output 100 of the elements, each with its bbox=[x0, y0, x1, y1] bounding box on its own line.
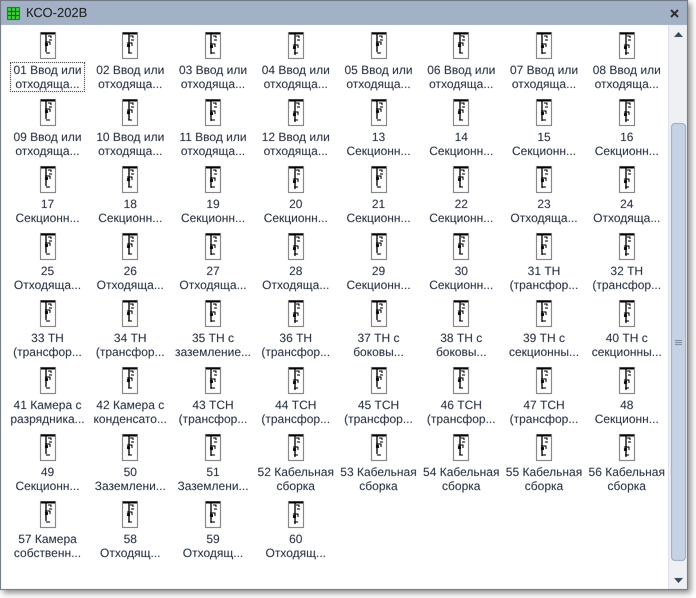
item-label[interactable]: 51 Заземлени... bbox=[174, 464, 252, 494]
item-label[interactable]: 47 ТСН (трансфор... bbox=[506, 397, 582, 427]
window-title: КСО-202В bbox=[26, 4, 88, 22]
switchgear-cell-icon bbox=[370, 32, 386, 59]
switchgear-cell-icon bbox=[618, 99, 635, 126]
item-label[interactable]: 45 ТСН (трансфор... bbox=[341, 397, 416, 427]
item-label[interactable]: 60 Отходящ... bbox=[262, 531, 329, 561]
switchgear-cell-icon bbox=[288, 99, 304, 126]
switchgear-cell-icon bbox=[370, 99, 386, 126]
switchgear-cell-icon bbox=[122, 367, 138, 394]
item-label[interactable]: 31 ТН (трансфор... bbox=[506, 263, 582, 293]
switchgear-cell-icon bbox=[40, 233, 56, 260]
item-label[interactable]: 55 Кабельная сборка bbox=[502, 464, 586, 494]
item-label[interactable]: 15 Секционн... bbox=[508, 129, 580, 159]
item-label[interactable]: 02 Ввод или отходяща... bbox=[93, 62, 168, 92]
item-label[interactable]: 21 Секционн... bbox=[343, 196, 414, 226]
item-label[interactable]: 08 Ввод или отходяща... bbox=[590, 62, 664, 92]
switchgear-cell-icon bbox=[205, 32, 221, 59]
grid-icon bbox=[7, 6, 20, 20]
item-label[interactable]: 56 Кабельная сборка bbox=[586, 464, 668, 494]
switchgear-cell-icon bbox=[618, 233, 635, 260]
switchgear-cell-icon bbox=[122, 99, 138, 126]
item-label[interactable]: 50 Заземлени... bbox=[92, 464, 169, 494]
switchgear-cell-icon bbox=[370, 434, 386, 461]
item-label[interactable]: 18 Секционн... bbox=[95, 196, 166, 226]
item-label[interactable]: 59 Отходящ... bbox=[180, 531, 246, 561]
item-label[interactable]: 41 Камера с разрядника... bbox=[7, 397, 88, 427]
item-label[interactable]: 24 Отходяща... bbox=[590, 196, 664, 226]
switchgear-cell-icon bbox=[618, 300, 635, 327]
item-label[interactable]: 35 ТН с заземление... bbox=[172, 330, 254, 360]
scrollbar[interactable] bbox=[668, 25, 687, 589]
switchgear-cell-icon bbox=[40, 300, 56, 327]
item-label[interactable]: 58 Отходящ... bbox=[97, 531, 164, 561]
item-label[interactable]: 54 Кабельная сборка bbox=[420, 464, 502, 494]
item-label[interactable]: 10 Ввод или отходяща... bbox=[93, 129, 168, 159]
item-label[interactable]: 52 Кабельная сборка bbox=[254, 464, 337, 494]
item-label[interactable]: 49 Секционн... bbox=[12, 464, 83, 494]
switchgear-cell-icon bbox=[205, 300, 221, 327]
item-label[interactable]: 11 Ввод или отходяща... bbox=[176, 129, 250, 159]
switchgear-cell-icon bbox=[40, 367, 56, 394]
item-label[interactable]: 57 Камера собственн... bbox=[10, 531, 84, 561]
item-label[interactable]: 34 ТН (трансфор... bbox=[92, 330, 168, 360]
item-label[interactable]: 13 Секционн... bbox=[343, 129, 414, 159]
switchgear-cell-icon bbox=[205, 166, 221, 193]
down-arrow-icon bbox=[674, 578, 682, 582]
item-label[interactable]: 20 Секционн... bbox=[260, 196, 331, 226]
switchgear-cell-icon bbox=[618, 367, 635, 394]
item-label[interactable]: 14 Секционн... bbox=[426, 129, 496, 159]
item-label[interactable]: 04 Ввод или отходяща... bbox=[258, 62, 333, 92]
item-label[interactable]: 48 Секционн... bbox=[592, 397, 662, 427]
switchgear-cell-icon bbox=[288, 233, 304, 260]
item-label[interactable]: 42 Камера с конденсато... bbox=[90, 397, 170, 427]
item-label[interactable]: 27 Отходяща... bbox=[176, 263, 250, 293]
close-icon bbox=[670, 8, 678, 18]
item-label[interactable]: 53 Кабельная сборка bbox=[337, 464, 420, 494]
switchgear-cell-icon bbox=[122, 300, 138, 327]
scroll-thumb[interactable] bbox=[670, 123, 686, 561]
item-label[interactable]: 46 ТСН (трансфор... bbox=[424, 397, 499, 427]
switchgear-cell-icon bbox=[205, 233, 221, 260]
item-label[interactable]: 28 Отходяща... bbox=[259, 263, 332, 293]
item-label[interactable]: 37 ТН с боковы... bbox=[350, 330, 407, 360]
item-label[interactable]: 26 Отходяща... bbox=[94, 263, 167, 293]
switchgear-cell-icon bbox=[122, 233, 138, 260]
switchgear-cell-icon bbox=[40, 501, 56, 528]
switchgear-cell-icon bbox=[205, 367, 221, 394]
switchgear-cell-icon bbox=[536, 434, 552, 461]
item-label[interactable]: 01 Ввод или отходяща... bbox=[10, 62, 85, 92]
item-label[interactable]: 09 Ввод или отходяща... bbox=[10, 129, 85, 159]
item-label[interactable]: 22 Секционн... bbox=[426, 196, 496, 226]
item-label[interactable]: 17 Секционн... bbox=[12, 196, 83, 226]
item-label[interactable]: 03 Ввод или отходяща... bbox=[176, 62, 250, 92]
switchgear-cell-icon bbox=[288, 434, 304, 461]
item-label[interactable]: 39 ТН с секционны... bbox=[506, 330, 582, 360]
item-label[interactable]: 33 ТН (трансфор... bbox=[10, 330, 85, 360]
item-label[interactable]: 12 Ввод или отходяща... bbox=[258, 129, 333, 159]
item-label[interactable]: 05 Ввод или отходяща... bbox=[341, 62, 416, 92]
switchgear-cell-icon bbox=[40, 166, 56, 193]
switchgear-cell-icon bbox=[122, 501, 138, 528]
switchgear-cell-icon bbox=[205, 501, 221, 528]
switchgear-cell-icon bbox=[288, 300, 304, 327]
switchgear-cell-icon bbox=[370, 367, 386, 394]
switchgear-cell-icon bbox=[453, 300, 470, 327]
item-label[interactable]: 19 Секционн... bbox=[178, 196, 248, 226]
item-label[interactable]: 44 ТСН (трансфор... bbox=[258, 397, 334, 427]
switchgear-cell-icon bbox=[453, 32, 470, 59]
item-label[interactable]: 23 Отходяща... bbox=[507, 196, 581, 226]
switchgear-cell-icon bbox=[618, 434, 635, 461]
item-label[interactable]: 40 ТН с секционны... bbox=[588, 330, 665, 360]
item-label[interactable]: 38 ТН с боковы... bbox=[432, 330, 490, 360]
item-label[interactable]: 43 ТСН (трансфор... bbox=[176, 397, 250, 427]
item-label[interactable]: 29 Секционн... bbox=[343, 263, 414, 293]
item-label[interactable]: 25 Отходяща... bbox=[10, 263, 84, 293]
item-label[interactable]: 32 ТН (трансфор... bbox=[589, 263, 664, 293]
switchgear-cell-icon bbox=[288, 166, 304, 193]
item-label[interactable]: 16 Секционн... bbox=[592, 129, 662, 159]
item-label[interactable]: 30 Секционн... bbox=[426, 263, 496, 293]
item-label[interactable]: 06 Ввод или отходяща... bbox=[424, 62, 498, 92]
item-label[interactable]: 07 Ввод или отходяща... bbox=[506, 62, 582, 92]
switchgear-cell-icon bbox=[453, 166, 470, 193]
item-label[interactable]: 36 ТН (трансфор... bbox=[258, 330, 334, 360]
